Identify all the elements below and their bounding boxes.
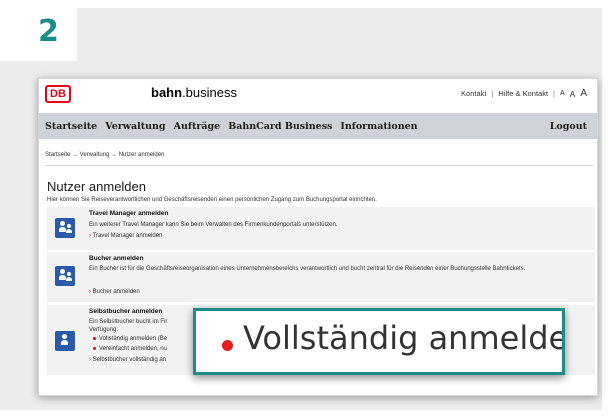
separator: | <box>553 89 555 98</box>
nav-informationen[interactable]: Informationen <box>340 121 417 132</box>
section-travel-manager: Travel Manager anmelden Ein weiterer Tra… <box>47 207 595 250</box>
bucher-link[interactable]: › Bucher anmelden <box>89 289 140 295</box>
top-links: Kontakt | Hilfe & Kontakt | A A A <box>461 88 587 99</box>
step-number: 2 <box>38 14 59 49</box>
font-size-medium[interactable]: A <box>570 89 576 99</box>
logout-link[interactable]: Logout <box>550 121 587 132</box>
brand-rest: .business <box>182 85 237 100</box>
section-title: Bucher anmelden <box>89 255 144 262</box>
link-kontakt[interactable]: Kontakt <box>461 89 486 98</box>
arrow-icon: › <box>89 357 91 363</box>
nav-startseite[interactable]: Startseite <box>45 121 97 132</box>
font-size-large[interactable]: A <box>580 88 587 99</box>
page-intro: Hier können Sie Reiseverantwortlichen un… <box>47 197 377 203</box>
db-logo[interactable]: DB <box>45 85 71 103</box>
travel-manager-link[interactable]: › Travel Manager anmelden <box>89 233 162 239</box>
font-size-small[interactable]: A <box>560 90 565 97</box>
section-bucher: Bucher anmelden Ein Bucher ist für die G… <box>47 252 595 302</box>
section-title: Selbstbucher anmelden <box>89 308 163 315</box>
arrow-icon: › <box>89 233 91 239</box>
link-hilfe-kontakt[interactable]: Hilfe & Kontakt <box>498 89 548 98</box>
section-text: Ein weiterer Travel Manager kann Sie bei… <box>89 222 338 228</box>
bullet-icon <box>93 336 96 340</box>
section-title: Travel Manager anmelden <box>89 210 169 217</box>
nav-auftraege[interactable]: Aufträge <box>174 121 221 132</box>
list-item-label: Vollständig anmelden (Be <box>99 336 168 342</box>
divider <box>45 165 593 166</box>
list-item: Vollständig anmelden (Be <box>93 336 167 342</box>
nav-bahncard-business[interactable]: BahnCard Business <box>228 121 332 132</box>
selbstbucher-link[interactable]: › Selbstbucher vollständig an <box>89 357 166 363</box>
nav-verwaltung[interactable]: Verwaltung <box>105 121 165 132</box>
link-label: Travel Manager anmelden <box>92 233 163 239</box>
section-text: Ein Bucher ist für die Geschäftsreiseorg… <box>89 266 526 272</box>
user-group-icon <box>55 218 75 238</box>
link-label: Selbstbucher vollständig an <box>92 357 167 363</box>
page-title: Nutzer anmelden <box>47 179 146 194</box>
bullet-icon <box>93 346 96 350</box>
brand-logo[interactable]: bahn.business <box>151 85 237 100</box>
link-label: Bucher anmelden <box>92 289 140 295</box>
user-icon <box>55 331 75 351</box>
list-item-label: Vereinfacht anmelden, nu <box>99 346 168 352</box>
list-item: Vereinfacht anmelden, nu <box>93 346 167 352</box>
user-group-icon <box>55 266 75 286</box>
separator: | <box>491 89 494 98</box>
breadcrumb: Startseite → Verwaltung → Nutzer anmelde… <box>45 152 165 158</box>
bullet-icon <box>222 340 233 351</box>
arrow-icon: › <box>89 289 91 295</box>
brand-bold: bahn <box>151 85 183 100</box>
main-nav: Startseite Verwaltung Aufträge BahnCard … <box>39 113 597 139</box>
header: DB bahn.business Kontakt | Hilfe & Konta… <box>39 79 597 107</box>
callout-text: Vollständig anmelden ( <box>243 319 562 357</box>
zoom-callout: Vollständig anmelden ( <box>193 308 565 375</box>
